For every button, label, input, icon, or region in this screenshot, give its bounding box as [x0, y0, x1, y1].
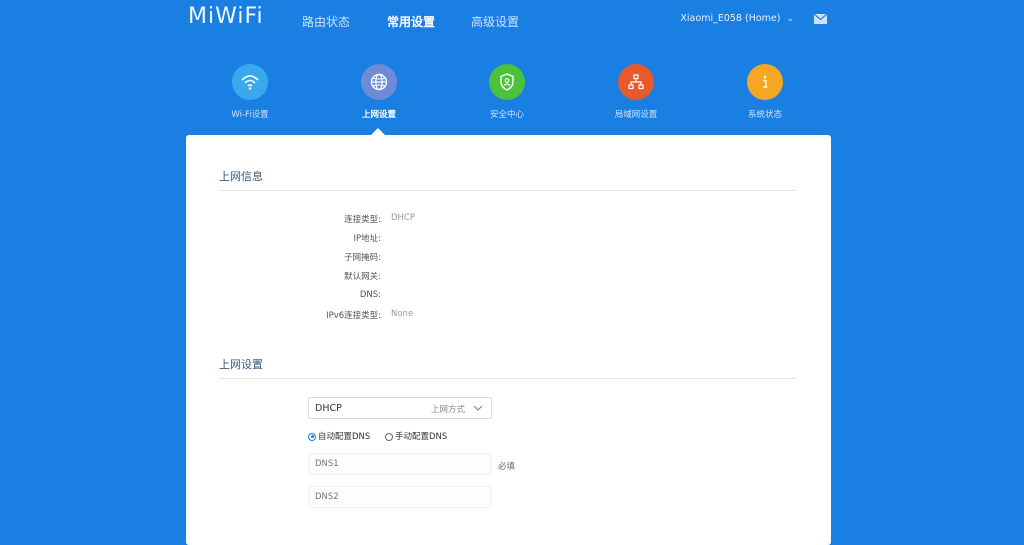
- required-label: 必填: [498, 462, 516, 472]
- dns-mode-radios: 自动配置DNS 手动配置DNS: [308, 430, 459, 442]
- radio-label: 手动配置DNS: [395, 432, 448, 442]
- info-row-dns: DNS:: [186, 290, 831, 306]
- radio-button[interactable]: [385, 432, 394, 441]
- category-system-status[interactable]: 系统状态: [720, 64, 810, 120]
- info-label: IPv6连接类型:: [326, 311, 381, 321]
- info-row-default-gateway: 默认网关:: [186, 270, 831, 286]
- category-label: 安全中心: [489, 110, 524, 120]
- divider: [219, 378, 796, 379]
- divider: [219, 190, 796, 191]
- info-label: DNS:: [359, 290, 381, 300]
- mail-icon[interactable]: [814, 14, 827, 24]
- settings-card: 上网信息 连接类型: DHCP IP地址: 子网掩码: 默认网关: DNS: I…: [186, 135, 831, 545]
- info-value: None: [391, 309, 414, 319]
- section-title-internet-settings: 上网设置: [219, 358, 263, 371]
- select-hint: 上网方式: [430, 405, 465, 415]
- miwifi-logo[interactable]: MiWiFi: [188, 4, 264, 29]
- dns2-input[interactable]: [308, 486, 492, 508]
- info-icon: [747, 64, 783, 100]
- info-row-ipv6-type: IPv6连接类型: None: [186, 309, 831, 325]
- info-label: IP地址:: [353, 234, 382, 244]
- chevron-down-icon: [473, 405, 483, 411]
- top-header: MiWiFi 路由状态 常用设置 高级设置 Xiaomi_E058 (Home)…: [0, 0, 1024, 44]
- category-internet-settings[interactable]: 上网设置: [334, 64, 424, 120]
- category-label: 上网设置: [361, 110, 396, 120]
- radio-auto-dns[interactable]: 自动配置DNS: [308, 430, 370, 442]
- shield-icon: [489, 64, 525, 100]
- info-label: 默认网关:: [344, 272, 381, 282]
- category-lan-settings[interactable]: 局域网设置: [591, 64, 681, 120]
- info-row-subnet-mask: 子网掩码:: [186, 251, 831, 267]
- network-icon: [618, 64, 654, 100]
- radio-button[interactable]: [308, 432, 316, 441]
- device-selector[interactable]: Xiaomi_E058 (Home) ⌄: [680, 13, 794, 24]
- dns1-input[interactable]: [308, 453, 492, 475]
- nav-router-status[interactable]: 路由状态: [302, 13, 350, 30]
- info-label: 子网掩码:: [344, 253, 381, 263]
- category-label: 局域网设置: [614, 110, 658, 120]
- info-label: 连接类型:: [344, 215, 381, 225]
- category-wifi-settings[interactable]: Wi-Fi设置: [205, 64, 295, 120]
- info-value: DHCP: [391, 213, 415, 223]
- nav-advanced-settings[interactable]: 高级设置: [471, 13, 519, 30]
- info-row-connection-type: 连接类型: DHCP: [186, 213, 831, 229]
- category-label: 系统状态: [747, 110, 782, 120]
- category-label: Wi-Fi设置: [231, 110, 269, 120]
- nav-common-settings[interactable]: 常用设置: [387, 13, 435, 30]
- chevron-down-icon: ⌄: [786, 14, 794, 24]
- radio-label: 自动配置DNS: [318, 432, 371, 442]
- globe-icon: [361, 64, 397, 100]
- category-security-center[interactable]: 安全中心: [462, 64, 552, 120]
- connection-mode-select[interactable]: DHCP 上网方式: [308, 397, 492, 419]
- radio-manual-dns[interactable]: 手动配置DNS: [385, 430, 447, 442]
- device-name: Xiaomi_E058 (Home): [680, 13, 781, 24]
- select-value: DHCP: [315, 403, 342, 414]
- section-title-internet-info: 上网信息: [219, 170, 263, 183]
- wifi-icon: [232, 64, 268, 100]
- info-row-ip-address: IP地址:: [186, 232, 831, 248]
